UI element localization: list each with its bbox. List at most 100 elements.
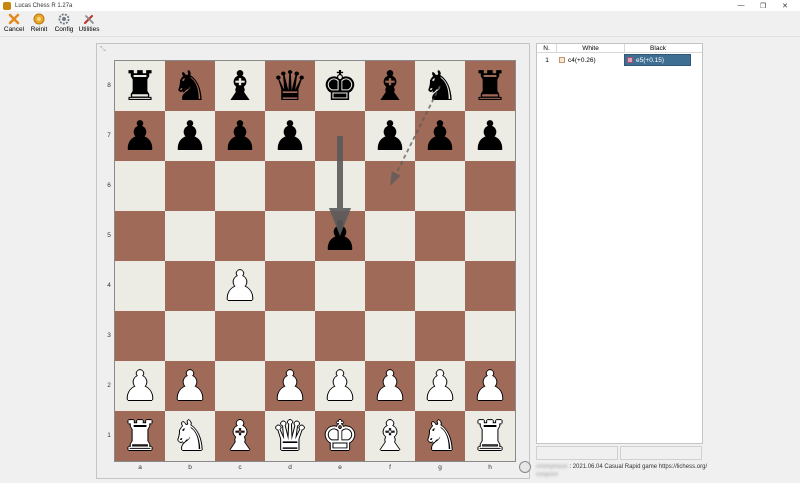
square-g3[interactable] [415,311,465,361]
white-bishop-icon[interactable]: ♝ [372,415,409,457]
white-rook-icon[interactable]: ♜ [122,415,159,457]
square-b3[interactable] [165,311,215,361]
white-pawn-icon[interactable]: ♟ [172,365,209,407]
square-g4[interactable] [415,261,465,311]
white-bishop-icon[interactable]: ♝ [222,415,259,457]
square-c1[interactable]: ♝ [215,411,265,461]
square-e8[interactable]: ♚ [315,61,365,111]
square-h4[interactable] [465,261,515,311]
black-bishop-icon[interactable]: ♝ [372,65,409,107]
white-pawn-icon[interactable]: ♟ [272,365,309,407]
square-g1[interactable]: ♞ [415,411,465,461]
square-d5[interactable] [265,211,315,261]
white-rook-icon[interactable]: ♜ [472,415,509,457]
square-d7[interactable]: ♟ [265,111,315,161]
square-c3[interactable] [215,311,265,361]
square-a3[interactable] [115,311,165,361]
square-h1[interactable]: ♜ [465,411,515,461]
square-g8[interactable]: ♞ [415,61,465,111]
square-g2[interactable]: ♟ [415,361,465,411]
white-pawn-icon[interactable]: ♟ [122,365,159,407]
black-pawn-icon[interactable]: ♟ [172,115,209,157]
square-e7[interactable] [315,111,365,161]
black-king-icon[interactable]: ♚ [322,65,359,107]
close-button[interactable]: ✕ [774,0,796,11]
square-g6[interactable] [415,161,465,211]
square-a6[interactable] [115,161,165,211]
black-pawn-icon[interactable]: ♟ [372,115,409,157]
square-d4[interactable] [265,261,315,311]
square-h2[interactable]: ♟ [465,361,515,411]
square-a1[interactable]: ♜ [115,411,165,461]
square-f3[interactable] [365,311,415,361]
board-resize-icon[interactable]: ⤡ [100,46,106,54]
square-e1[interactable]: ♚ [315,411,365,461]
square-h5[interactable] [465,211,515,261]
square-f6[interactable] [365,161,415,211]
square-e3[interactable] [315,311,365,361]
square-e2[interactable]: ♟ [315,361,365,411]
black-rook-icon[interactable]: ♜ [122,65,159,107]
white-pawn-icon[interactable]: ♟ [472,365,509,407]
square-c2[interactable] [215,361,265,411]
square-d6[interactable] [265,161,315,211]
square-b7[interactable]: ♟ [165,111,215,161]
black-knight-icon[interactable]: ♞ [422,65,459,107]
square-f5[interactable] [365,211,415,261]
cancel-button[interactable]: Cancel [2,11,26,33]
square-b5[interactable] [165,211,215,261]
black-knight-icon[interactable]: ♞ [172,65,209,107]
square-d3[interactable] [265,311,315,361]
utilities-button[interactable]: Utilities [77,11,101,33]
square-f7[interactable]: ♟ [365,111,415,161]
header-white[interactable]: White [557,44,625,52]
black-pawn-icon[interactable]: ♟ [122,115,159,157]
info-field-2[interactable] [620,446,702,460]
white-pawn-icon[interactable]: ♟ [222,265,259,307]
square-b8[interactable]: ♞ [165,61,215,111]
black-pawn-icon[interactable]: ♟ [422,115,459,157]
square-a5[interactable] [115,211,165,261]
square-f2[interactable]: ♟ [365,361,415,411]
move-black-selected[interactable]: e5(+0.15) [624,54,691,66]
square-a7[interactable]: ♟ [115,111,165,161]
config-button[interactable]: Config [52,11,76,33]
info-field-1[interactable] [536,446,618,460]
square-g7[interactable]: ♟ [415,111,465,161]
maximize-button[interactable]: ❐ [752,0,774,11]
black-pawn-icon[interactable]: ♟ [472,115,509,157]
square-a4[interactable] [115,261,165,311]
square-c7[interactable]: ♟ [215,111,265,161]
square-f1[interactable]: ♝ [365,411,415,461]
square-f8[interactable]: ♝ [365,61,415,111]
square-d2[interactable]: ♟ [265,361,315,411]
black-pawn-icon[interactable]: ♟ [272,115,309,157]
square-f4[interactable] [365,261,415,311]
white-pawn-icon[interactable]: ♟ [322,365,359,407]
square-e4[interactable] [315,261,365,311]
square-h7[interactable]: ♟ [465,111,515,161]
square-b6[interactable] [165,161,215,211]
square-d8[interactable]: ♛ [265,61,315,111]
square-c6[interactable] [215,161,265,211]
chess-board[interactable]: ♜ ♞ ♝ ♛ ♚ ♝ ♞ ♜ ♟ ♟ ♟ ♟ ♟ ♟ ♟ ♟ ♟ ♟ ♟ ♟ ♟ ♟ ♟ ♟ ♜ ♞ ♝ ♛ ♚ ♝ ♞ ♜ [115,61,515,461]
black-pawn-icon[interactable]: ♟ [222,115,259,157]
square-d1[interactable]: ♛ [265,411,315,461]
square-b1[interactable]: ♞ [165,411,215,461]
black-queen-icon[interactable]: ♛ [272,65,309,107]
square-h8[interactable]: ♜ [465,61,515,111]
square-a8[interactable]: ♜ [115,61,165,111]
square-h6[interactable] [465,161,515,211]
header-number[interactable]: N. [537,44,557,52]
square-c5[interactable] [215,211,265,261]
square-a2[interactable]: ♟ [115,361,165,411]
move-white[interactable]: c4(+0.26) [557,54,624,66]
minimize-button[interactable]: — [730,0,752,11]
black-rook-icon[interactable]: ♜ [472,65,509,107]
white-queen-icon[interactable]: ♛ [272,415,309,457]
black-pawn-icon[interactable]: ♟ [322,215,359,257]
square-e6[interactable] [315,161,365,211]
square-c8[interactable]: ♝ [215,61,265,111]
square-c4[interactable]: ♟ [215,261,265,311]
square-e5[interactable]: ♟ [315,211,365,261]
